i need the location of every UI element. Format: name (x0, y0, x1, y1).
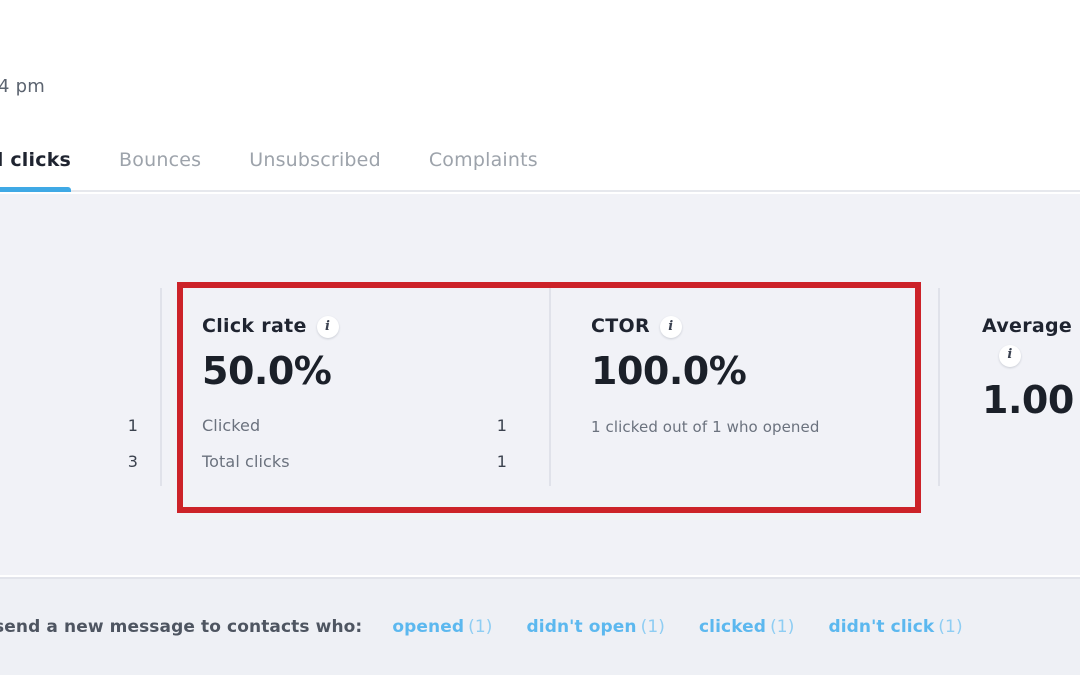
stat-card-average: Average i 1.00 (938, 282, 1080, 492)
stat-card-body: Average i 1.00 (938, 315, 1080, 422)
followup-link-clicked[interactable]: clicked (1) (699, 617, 794, 637)
stat-row-value: 3 (127, 451, 138, 471)
link-text: didn't click (828, 617, 935, 637)
info-icon[interactable]: i (316, 316, 339, 338)
report-tabbar: nd clicks Bounces Unsubscribed Complaint… (0, 128, 1080, 192)
send-timestamp: 4 pm (0, 76, 45, 97)
click-rate-value: 50.0% (202, 349, 332, 393)
followup-link-didnt-click[interactable]: didn't click (1) (828, 617, 962, 637)
link-text: opened (392, 617, 465, 637)
stat-row-list: Clicked 1 Total clicks 1 (202, 415, 507, 471)
tab-label: nd clicks (0, 149, 72, 171)
tab-opens-and-clicks[interactable]: nd clicks (0, 128, 95, 192)
stat-card-title: CTOR i (591, 315, 896, 338)
followup-link-opened[interactable]: opened (1) (392, 617, 492, 637)
tab-complaints[interactable]: Complaints (405, 128, 562, 192)
stat-row-value: 1 (496, 415, 507, 435)
stat-card-row: 1 3 Click rate i 50.0% Clicked 1 Total c… (0, 282, 1080, 492)
tab-label: Complaints (428, 149, 538, 171)
followup-label: and send a new message to contacts who: (0, 617, 363, 637)
stat-row: 1 (0, 415, 138, 435)
info-icon[interactable]: i (659, 316, 682, 338)
stat-row-label: Clicked (202, 415, 261, 435)
tab-label: Unsubscribed (249, 149, 381, 171)
stat-card-body: Click rate i 50.0% Clicked 1 Total click… (160, 315, 549, 471)
campaign-report-screen: 4 pm nd clicks Bounces Unsubscribed Comp… (0, 0, 1080, 675)
followup-link-didnt-open[interactable]: didn't open (1) (527, 617, 666, 637)
link-count: (1) (640, 617, 665, 637)
tab-unsubscribed[interactable]: Unsubscribed (225, 128, 405, 192)
stat-card-title-label: Click rate (202, 315, 307, 338)
stat-row: 3 (0, 451, 138, 471)
stat-row: Clicked 1 (202, 415, 507, 435)
stat-card-title: Click rate i (202, 315, 507, 338)
link-count: (1) (770, 617, 795, 637)
followup-inner: and send a new message to contacts who: … (0, 617, 963, 637)
stats-band: 1 3 Click rate i 50.0% Clicked 1 Total c… (0, 194, 1080, 575)
info-icon[interactable]: i (999, 344, 1021, 367)
ctor-value: 100.0% (591, 349, 747, 393)
stat-card-title-label: Average (982, 315, 1073, 337)
stat-card-click-rate: Click rate i 50.0% Clicked 1 Total click… (160, 282, 549, 492)
stat-row-label: Total clicks (202, 451, 290, 471)
stat-card-title: Average i (982, 315, 1080, 367)
tab-label: Bounces (119, 149, 202, 171)
link-text: didn't open (526, 617, 637, 637)
tab-bounces[interactable]: Bounces (95, 128, 225, 192)
stat-row-list: 1 3 (0, 415, 138, 471)
link-text: clicked (699, 617, 767, 637)
ctor-note: 1 clicked out of 1 who opened (591, 417, 820, 436)
stat-row-value: 1 (127, 415, 138, 435)
followup-link-list: opened (1) didn't open (1) clicked (1) didn… (392, 617, 962, 637)
header-strip: 4 pm (0, 0, 1080, 128)
link-count: (1) (938, 617, 963, 637)
stat-card-ctor: CTOR i 100.0% 1 clicked out of 1 who ope… (549, 282, 938, 492)
followup-action-bar: and send a new message to contacts who: … (0, 577, 1080, 675)
stat-row: Total clicks 1 (202, 451, 507, 471)
stat-card-opens-partial: 1 3 (0, 282, 160, 492)
stat-card-title-label: CTOR (591, 315, 650, 338)
stat-row-value: 1 (496, 451, 507, 471)
link-count: (1) (468, 617, 493, 637)
tab-list: nd clicks Bounces Unsubscribed Complaint… (0, 128, 562, 192)
stat-card-body: 1 3 (0, 316, 160, 470)
average-value: 1.00 (982, 377, 1074, 422)
stat-card-body: CTOR i 100.0% 1 clicked out of 1 who ope… (549, 315, 938, 436)
